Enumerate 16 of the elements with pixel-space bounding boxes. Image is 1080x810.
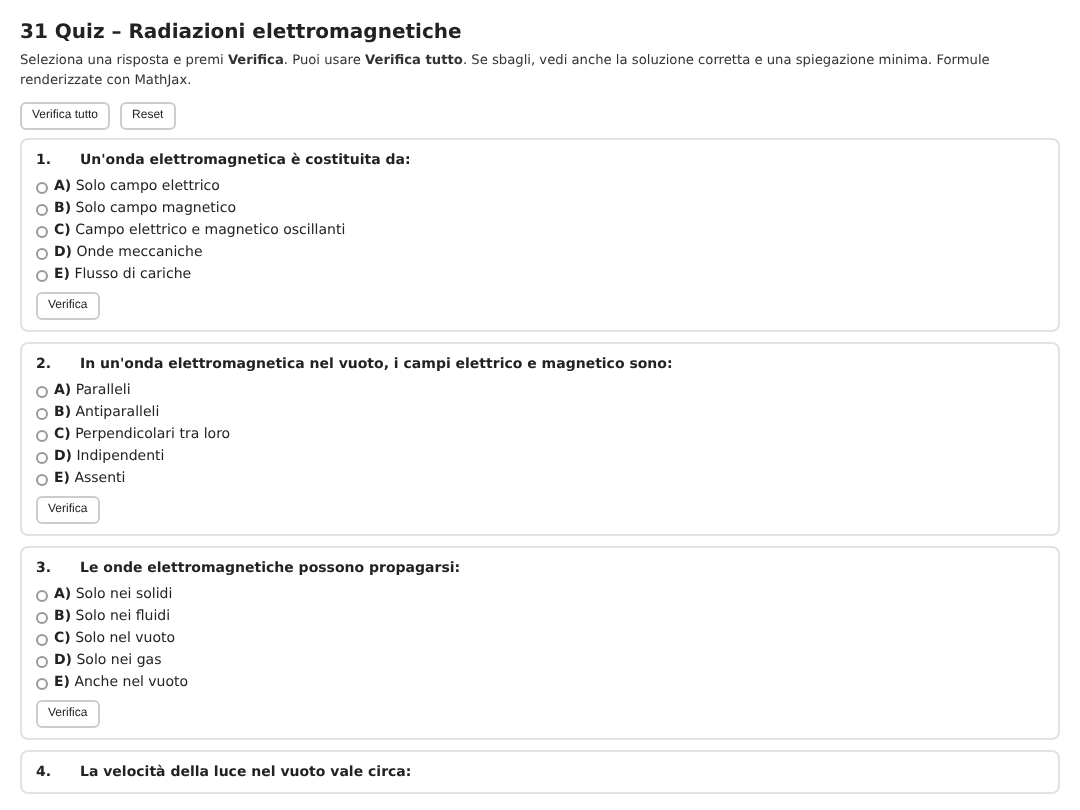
radio-button[interactable] [36, 429, 48, 441]
radio-button[interactable] [36, 385, 48, 397]
radio-button[interactable] [36, 655, 48, 667]
radio-button[interactable] [36, 633, 48, 645]
radio-button[interactable] [36, 203, 48, 215]
radio-button[interactable] [36, 181, 48, 193]
radio-button[interactable] [36, 407, 48, 419]
page-title: 31 Quiz – Radiazioni elettromagnetiche [20, 20, 464, 48]
radio-button[interactable] [36, 677, 48, 689]
radio-button[interactable] [36, 611, 48, 623]
radio-button[interactable] [36, 247, 48, 259]
radio-button[interactable] [36, 225, 48, 237]
radio-button[interactable] [36, 589, 48, 601]
radio-button[interactable] [36, 269, 48, 281]
radio-button[interactable] [36, 473, 48, 485]
radio-button[interactable] [36, 451, 48, 463]
